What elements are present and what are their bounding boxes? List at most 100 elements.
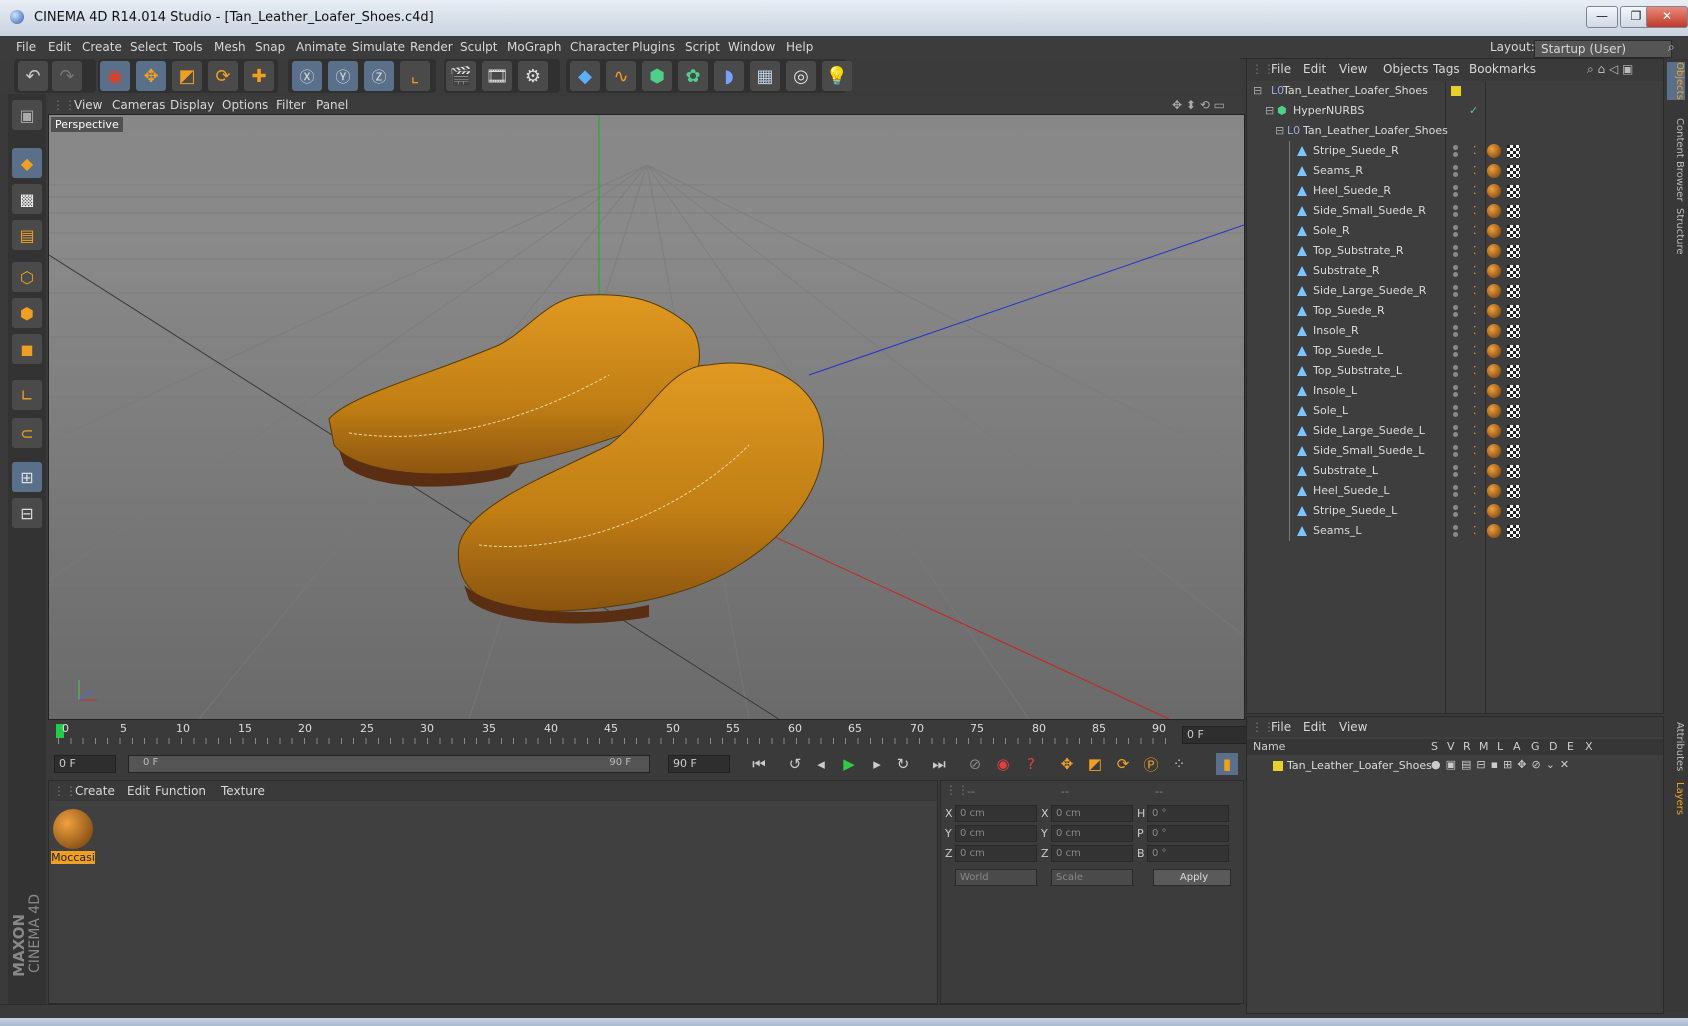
menu-sculpt[interactable]: Sculpt <box>460 40 497 54</box>
objects-menu-file[interactable]: File <box>1271 62 1291 76</box>
render-visibility-dot[interactable] <box>1453 192 1458 197</box>
model-mode-icon[interactable]: ◆ <box>12 148 42 178</box>
search-icon[interactable]: ⌕ <box>1668 40 1675 55</box>
render-visibility-dot[interactable] <box>1453 272 1458 277</box>
objects-menu-tags[interactable]: Tags <box>1433 62 1460 76</box>
object-row[interactable]: Substrate_R ⁚ <box>1247 261 1663 281</box>
uvw-tag-icon[interactable] <box>1507 405 1520 418</box>
phong-tag-icon[interactable]: ⁚ <box>1473 264 1477 277</box>
menu-character[interactable]: Character <box>570 40 629 54</box>
object-row[interactable]: Top_Suede_R ⁚ <box>1247 301 1663 321</box>
phong-tag-icon[interactable]: ⁚ <box>1473 224 1477 237</box>
minimize-button[interactable]: — <box>1586 6 1618 28</box>
phong-tag-icon[interactable]: ⁚ <box>1473 344 1477 357</box>
menu-mograph[interactable]: MoGraph <box>507 40 562 54</box>
render-visibility-dot[interactable] <box>1453 452 1458 457</box>
rot-b-field[interactable]: 0 ° <box>1147 845 1229 862</box>
uvw-tag-icon[interactable] <box>1507 325 1520 338</box>
viewport-menu-filter[interactable]: Filter <box>276 98 306 112</box>
tab-layers[interactable]: Layers <box>1667 782 1685 815</box>
material-tag-icon[interactable] <box>1487 204 1501 218</box>
viewport-menu-panel[interactable]: Panel <box>316 98 348 112</box>
layers-menu-file[interactable]: File <box>1271 720 1291 734</box>
editor-visibility-dot[interactable] <box>1453 405 1458 410</box>
size-y-field[interactable]: 0 cm <box>1051 825 1133 842</box>
object-row[interactable]: Top_Suede_L ⁚ <box>1247 341 1663 361</box>
render-visibility-dot[interactable] <box>1453 372 1458 377</box>
axis-mode-icon[interactable]: ∟ <box>12 380 42 410</box>
workplane-lock-icon[interactable]: ⊟ <box>12 498 42 528</box>
material-tag-icon[interactable] <box>1487 144 1501 158</box>
editor-visibility-dot[interactable] <box>1453 265 1458 270</box>
material-tag-icon[interactable] <box>1487 424 1501 438</box>
render-visibility-dot[interactable] <box>1453 332 1458 337</box>
object-row-hypernurbs[interactable]: ⊟ ⬢ HyperNURBS ✓ <box>1247 101 1663 121</box>
uvw-tag-icon[interactable] <box>1507 285 1520 298</box>
z-axis-icon[interactable]: Ⓩ <box>364 61 394 91</box>
render-picture-viewer-icon[interactable]: 🎞 <box>482 61 512 91</box>
rot-h-field[interactable]: 0 ° <box>1147 805 1229 822</box>
render-visibility-dot[interactable] <box>1453 512 1458 517</box>
key-parameter-icon[interactable]: Ⓟ <box>1140 753 1162 775</box>
object-row[interactable]: Side_Small_Suede_R ⁚ <box>1247 201 1663 221</box>
key-scale-icon[interactable]: ◩ <box>1084 753 1106 775</box>
object-row[interactable]: Top_Substrate_L ⁚ <box>1247 361 1663 381</box>
render-visibility-dot[interactable] <box>1453 532 1458 537</box>
object-row[interactable]: Seams_L ⁚ <box>1247 521 1663 541</box>
render-visibility-dot[interactable] <box>1453 172 1458 177</box>
pos-x-field[interactable]: 0 cm <box>955 805 1037 822</box>
render-visibility-dot[interactable] <box>1453 152 1458 157</box>
redo-icon[interactable]: ↷ <box>52 61 82 91</box>
phong-tag-icon[interactable]: ⁚ <box>1473 484 1477 497</box>
rotate-icon[interactable]: ⟳ <box>208 61 238 91</box>
material-tag-icon[interactable] <box>1487 184 1501 198</box>
layout-select[interactable]: Startup (User) <box>1534 40 1672 58</box>
spline-icon[interactable]: ∿ <box>606 61 636 91</box>
menu-create[interactable]: Create <box>82 40 122 54</box>
material-tag-icon[interactable] <box>1487 404 1501 418</box>
start-frame-field[interactable]: 0 F <box>54 755 116 773</box>
uvw-tag-icon[interactable] <box>1507 425 1520 438</box>
add-icon[interactable]: ✚ <box>244 61 274 91</box>
coordinate-system-icon[interactable]: ⌞ <box>400 61 430 91</box>
edges-mode-icon[interactable]: ⬢ <box>12 298 42 328</box>
object-row[interactable]: Sole_L ⁚ <box>1247 401 1663 421</box>
object-row[interactable]: Substrate_L ⁚ <box>1247 461 1663 481</box>
material-tag-icon[interactable] <box>1487 524 1501 538</box>
render-visibility-dot[interactable] <box>1453 412 1458 417</box>
menu-edit[interactable]: Edit <box>48 40 71 54</box>
editor-visibility-dot[interactable] <box>1453 165 1458 170</box>
material-menu-function[interactable]: Function <box>155 784 206 798</box>
phong-tag-icon[interactable]: ⁚ <box>1473 204 1477 217</box>
uvw-tag-icon[interactable] <box>1507 225 1520 238</box>
size-x-field[interactable]: 0 cm <box>1051 805 1133 822</box>
material-tag-icon[interactable] <box>1487 324 1501 338</box>
next-frame-icon[interactable]: ▸ <box>866 753 888 775</box>
uvw-tag-icon[interactable] <box>1507 365 1520 378</box>
polygons-mode-icon[interactable]: ◼ <box>12 334 42 364</box>
editor-visibility-dot[interactable] <box>1453 225 1458 230</box>
nurbs-icon[interactable]: ⬢ <box>642 61 672 91</box>
size-mode-select[interactable]: Scale <box>1051 869 1133 886</box>
phong-tag-icon[interactable]: ⁚ <box>1473 164 1477 177</box>
go-to-start-icon[interactable]: ⏮ <box>748 753 770 775</box>
menu-file[interactable]: File <box>16 40 36 54</box>
key-position-icon[interactable]: ✥ <box>1056 753 1078 775</box>
object-row[interactable]: Insole_L ⁚ <box>1247 381 1663 401</box>
objects-toolbar-icons[interactable]: ⌕ ⌂ ◁ ▣ <box>1587 62 1633 77</box>
render-visibility-dot[interactable] <box>1453 212 1458 217</box>
editor-visibility-dot[interactable] <box>1453 465 1458 470</box>
make-editable-icon[interactable]: ▣ <box>12 100 42 130</box>
uvw-tag-icon[interactable] <box>1507 385 1520 398</box>
object-row[interactable]: Stripe_Suede_L ⁚ <box>1247 501 1663 521</box>
keyframe-selection-icon[interactable]: ? <box>1020 753 1042 775</box>
object-row[interactable]: Side_Small_Suede_L ⁚ <box>1247 441 1663 461</box>
menu-mesh[interactable]: Mesh <box>214 40 246 54</box>
array-icon[interactable]: ✿ <box>678 61 708 91</box>
render-view-icon[interactable]: 🎬 <box>446 61 476 91</box>
uvw-tag-icon[interactable] <box>1507 465 1520 478</box>
phong-tag-icon[interactable]: ⁚ <box>1473 404 1477 417</box>
tab-attributes[interactable]: Attributes <box>1667 722 1685 771</box>
menu-script[interactable]: Script <box>685 40 720 54</box>
render-visibility-dot[interactable] <box>1453 392 1458 397</box>
